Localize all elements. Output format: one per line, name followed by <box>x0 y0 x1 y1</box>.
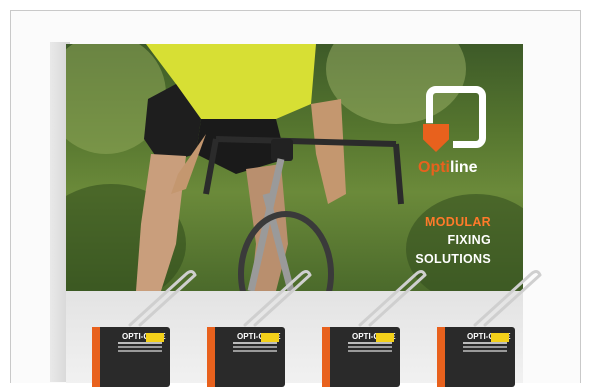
product-pack: OPTI-CASE <box>437 327 515 387</box>
pack-orange-stripe <box>322 327 330 387</box>
pack-yellow-tag <box>146 333 164 342</box>
pack-orange-stripe <box>437 327 445 387</box>
pack-orange-stripe <box>207 327 215 387</box>
pack-yellow-tag <box>491 333 509 342</box>
pack-orange-stripe <box>92 327 100 387</box>
product-pack: OPTI-CASE <box>322 327 400 387</box>
pack-yellow-tag <box>261 333 279 342</box>
pack-text-lines <box>118 342 162 344</box>
product-pack: OPTI-CASE <box>92 327 170 387</box>
pack-yellow-tag <box>376 333 394 342</box>
pack-text-lines <box>233 342 277 344</box>
pack-text-lines <box>348 342 392 344</box>
display-hooks <box>128 270 542 327</box>
pack-text-lines <box>463 342 507 344</box>
product-pack: OPTI-CASE <box>207 327 285 387</box>
